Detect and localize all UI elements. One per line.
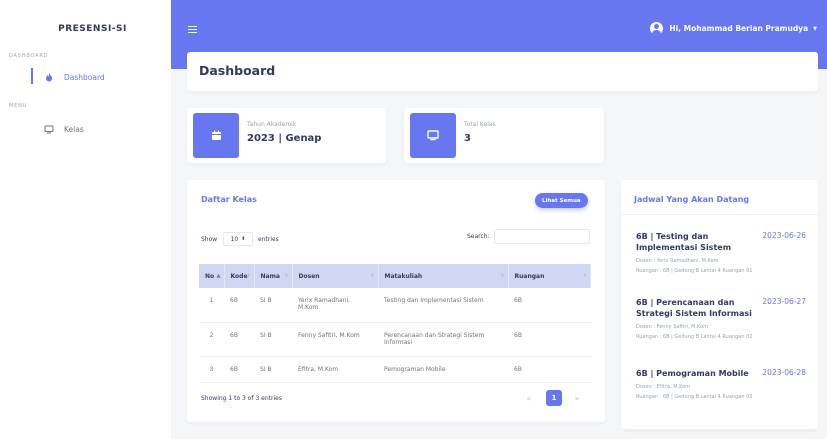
- section-header: Dashboard: [187, 52, 818, 91]
- stat-card-total-kelas: Total Kelas 3: [404, 108, 604, 163]
- sidebar-item-kelas[interactable]: Kelas: [0, 119, 171, 139]
- brand-logo[interactable]: PRESENSI-SI: [0, 24, 171, 34]
- table-info: Showing 1 to 3 of 3 entries: [201, 395, 282, 402]
- fire-icon: [44, 72, 54, 82]
- schedule-date: 2023-06-26: [762, 231, 806, 240]
- schedule-item[interactable]: 6B | Perencanaan dan Strategi Sistem Inf…: [636, 297, 816, 341]
- divider: [621, 214, 818, 215]
- table-row: 2 6B SI B Fenny Safitri, M.Kom Perencana…: [199, 322, 591, 357]
- schedule-title: 6B | Testing dan Implementasi Sistem: [636, 232, 732, 252]
- cell-ruangan: 6B: [508, 322, 591, 357]
- column-header-kode[interactable]: Kode ⬍: [224, 264, 255, 288]
- stat-card-tahun-akademik: Tahun Akademik 2023 | Genap: [187, 108, 386, 163]
- cell-dosen: Fenny Safitri, M.Kom: [292, 322, 379, 357]
- table-row: 3 6B SI B Efitra, M.Kom Pemograman Mobil…: [199, 356, 591, 383]
- sidebar-header-dashboard: DASHBOARD: [9, 53, 49, 59]
- cell-kode: 6B: [224, 288, 255, 323]
- user-greeting: Hi, Mohammad Berian Pramudya: [669, 24, 809, 33]
- schedule-dosen: Dosen : Fenny Safitri, M.Kom: [636, 324, 709, 330]
- sidebar-header-menu: MENU: [9, 103, 28, 109]
- hamburger-menu-icon[interactable]: [188, 26, 197, 33]
- cell-kode: 6B: [224, 322, 255, 357]
- pagination-prev[interactable]: «: [522, 391, 536, 405]
- show-label: Show: [201, 236, 218, 243]
- table-header-row: No ▲ Kode ⬍ Nama ⬍ Dosen ⬍ Matakuliah ⬍ Ruang…: [199, 264, 592, 288]
- cell-nama: SI B: [254, 322, 293, 357]
- calendar-icon: [193, 113, 239, 158]
- column-header-no[interactable]: No ▲: [199, 264, 225, 288]
- lihat-semua-button[interactable]: Lihat Semua: [535, 193, 588, 208]
- sidebar: PRESENSI-SI DASHBOARD Dashboard MENU Kel…: [0, 0, 171, 439]
- stat-label: Total Kelas: [464, 121, 496, 128]
- schedule-date: 2023-06-27: [762, 297, 806, 306]
- pagination-next[interactable]: »: [570, 391, 584, 405]
- cell-nama: SI B: [254, 356, 293, 383]
- cell-dosen: Yerix Ramadhani, M.Kom: [292, 288, 379, 323]
- pagination-page-1[interactable]: 1: [546, 390, 562, 406]
- card-title: Jadwal Yang Akan Datang: [634, 195, 750, 204]
- schedule-dosen: Dosen : Efitra, M.Kom: [636, 384, 691, 390]
- entries-select[interactable]: 10 ⬍: [223, 232, 253, 246]
- stat-value: 3: [464, 133, 471, 144]
- schedule-date: 2023-06-28: [762, 368, 806, 377]
- entries-select-value: 10: [230, 235, 239, 243]
- sidebar-item-label: Kelas: [64, 124, 84, 134]
- sidebar-item-label: Dashboard: [64, 72, 105, 82]
- schedule-ruangan: Ruangan : 6B | Gedung B Lantai 4 Ruangan…: [636, 334, 753, 340]
- kelas-table: No ▲ Kode ⬍ Nama ⬍ Dosen ⬍ Matakuliah ⬍ Ruang…: [199, 264, 592, 383]
- cell-matakuliah: Pemograman Mobile: [378, 356, 509, 383]
- search-label: Search:: [467, 233, 490, 240]
- schedule-ruangan: Ruangan : 6B | Gedung B Lantai 4 Ruangan…: [636, 268, 753, 274]
- cell-kode: 6B: [224, 356, 255, 383]
- avatar: [650, 22, 664, 35]
- cell-matakuliah: Perencanaan dan Strategi Sistem Informas…: [378, 322, 509, 357]
- stat-label: Tahun Akademik: [247, 121, 297, 128]
- cell-dosen: Efitra, M.Kom: [292, 356, 379, 383]
- cell-matakuliah: Testing dan Implementasi Sistem: [378, 288, 509, 323]
- sidebar-item-dashboard[interactable]: Dashboard: [0, 67, 171, 87]
- page-title: Dashboard: [199, 63, 276, 78]
- search-input[interactable]: [494, 229, 590, 244]
- cell-no: 3: [199, 356, 224, 383]
- monitor-icon: [44, 124, 54, 134]
- cell-no: 2: [199, 322, 224, 357]
- cell-no: 1: [199, 288, 224, 323]
- column-header-ruangan[interactable]: Ruangan ⬍: [508, 264, 592, 288]
- column-header-nama[interactable]: Nama ⬍: [254, 264, 293, 288]
- user-menu-dropdown[interactable]: Hi, Mohammad Berian Pramudya ▼: [650, 22, 817, 35]
- card-title: Daftar Kelas: [201, 195, 257, 204]
- schedule-item[interactable]: 6B | Testing dan Implementasi Sistem 202…: [636, 231, 816, 275]
- schedule-ruangan: Ruangan : 6B | Gedung B Lantai 4 Ruangan…: [636, 394, 753, 400]
- schedule-title: 6B | Pemograman Mobile: [636, 369, 749, 378]
- entries-label: entries: [258, 236, 279, 243]
- stat-value: 2023 | Genap: [247, 133, 322, 144]
- cell-nama: SI B: [254, 288, 293, 323]
- active-indicator: [31, 68, 33, 84]
- schedule-dosen: Dosen : Yerix Ramadhani, M.Kom: [636, 258, 719, 264]
- column-header-dosen[interactable]: Dosen ⬍: [292, 264, 379, 288]
- schedule-item[interactable]: 6B | Pemograman Mobile 2023-06-28 Dosen …: [636, 368, 816, 401]
- cell-ruangan: 6B: [508, 356, 591, 383]
- caret-down-icon: ▼: [813, 25, 817, 32]
- updown-icon: ⬍: [241, 236, 246, 242]
- schedule-title: 6B | Perencanaan dan Strategi Sistem Inf…: [636, 298, 752, 318]
- table-row: 1 6B SI B Yerix Ramadhani, M.Kom Testing…: [199, 288, 591, 323]
- column-header-matakuliah[interactable]: Matakuliah ⬍: [378, 264, 509, 288]
- cell-ruangan: 6B: [508, 288, 591, 323]
- monitor-icon: [410, 113, 456, 158]
